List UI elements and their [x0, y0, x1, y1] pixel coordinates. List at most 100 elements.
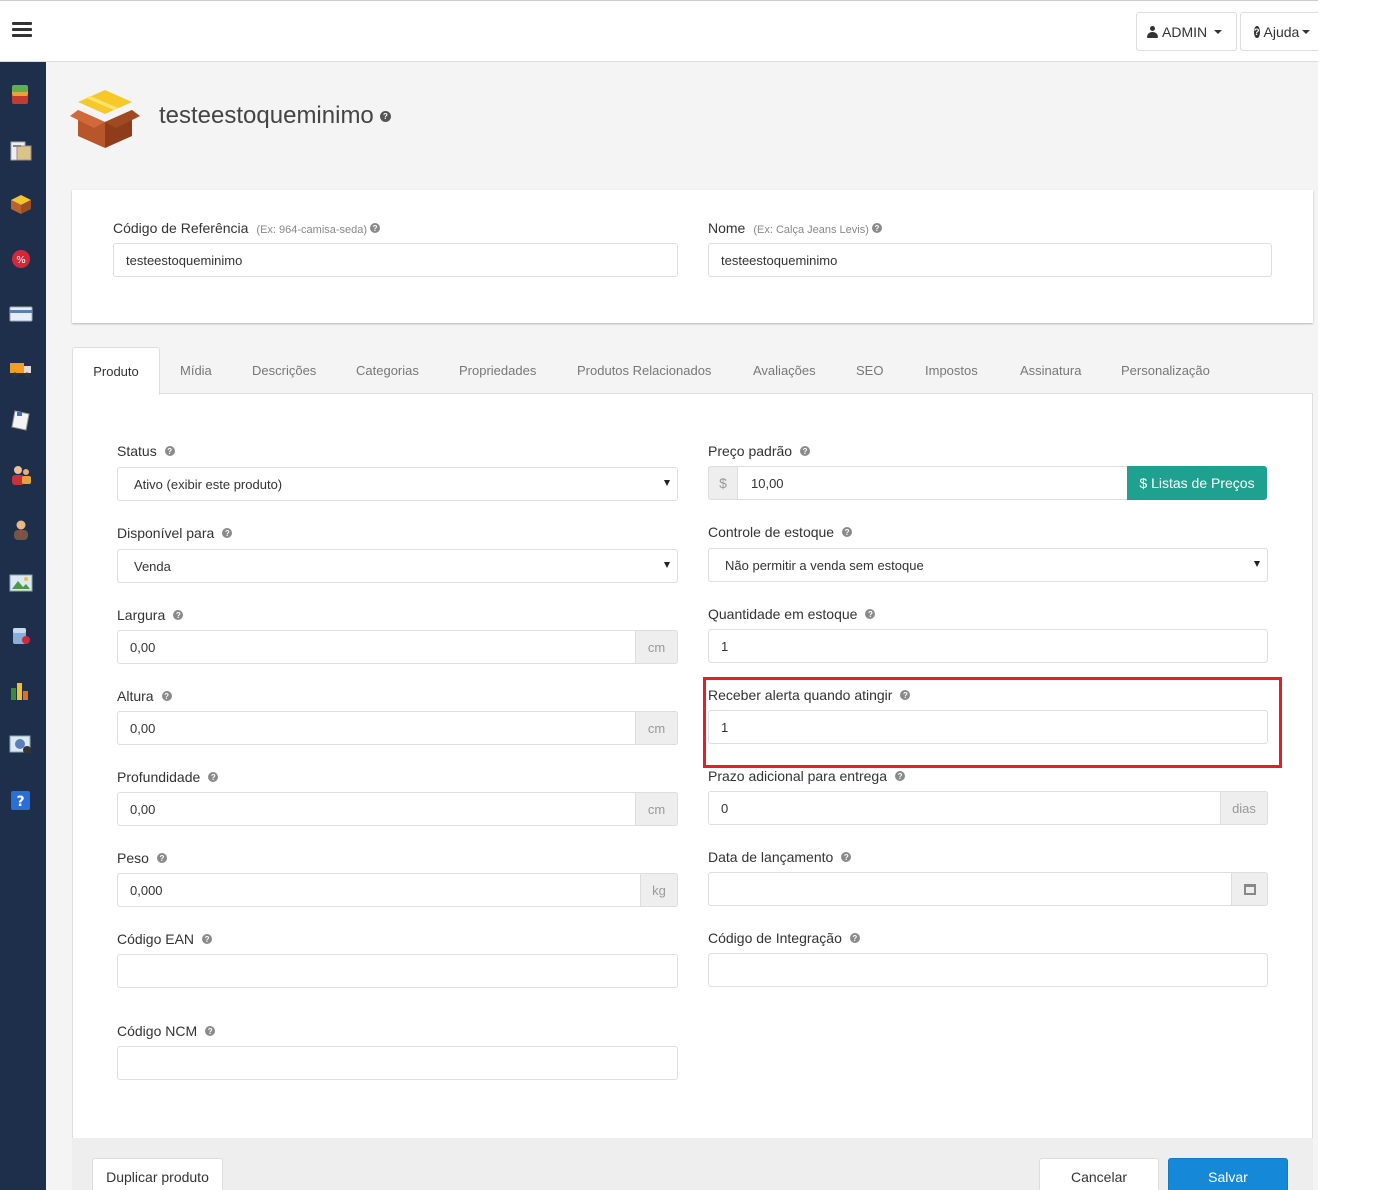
tab-avaliacoes[interactable]: Avaliações: [753, 347, 816, 394]
altura-value: 0,00: [130, 720, 156, 736]
help-icon[interactable]: ?: [871, 223, 882, 234]
help-icon[interactable]: ?: [156, 853, 167, 864]
tab-produto[interactable]: Produto: [72, 347, 160, 395]
help-icon[interactable]: ?: [222, 528, 233, 539]
card-icon[interactable]: [9, 303, 33, 325]
name-hint: (Ex: Calça Jeans Levis): [753, 224, 869, 236]
duplicate-product-button[interactable]: Duplicar produto: [92, 1158, 223, 1190]
chart-icon[interactable]: [9, 680, 33, 702]
cancel-button[interactable]: Cancelar: [1039, 1158, 1159, 1190]
status-select[interactable]: Ativo (exibir este produto): [117, 467, 678, 501]
tab-produtos-relacionados[interactable]: Produtos Relacionados: [577, 347, 711, 394]
caret-down-icon: [1302, 29, 1311, 34]
help-icon[interactable]: ?: [205, 1026, 216, 1037]
help-icon[interactable]: ?: [841, 852, 852, 863]
preco-label: Preço padrão: [708, 443, 793, 459]
tab-propriedades[interactable]: Propriedades: [459, 347, 536, 394]
help-icon[interactable]: ?: [865, 609, 876, 620]
user-icon[interactable]: [9, 519, 33, 541]
image-icon[interactable]: [9, 572, 33, 594]
prazo-input[interactable]: 0 dias: [708, 791, 1268, 825]
disponivel-select[interactable]: Venda: [117, 549, 678, 583]
help-icon[interactable]: ?: [161, 691, 172, 702]
tab-categorias[interactable]: Categorias: [356, 347, 419, 394]
altura-label-group: Altura?: [117, 688, 172, 704]
discount-icon[interactable]: %: [9, 248, 33, 270]
profundidade-label-group: Profundidade?: [117, 769, 219, 785]
select-arrow-icon: [664, 480, 670, 486]
altura-unit: cm: [635, 711, 678, 745]
save-button[interactable]: Salvar: [1168, 1158, 1288, 1190]
help-icon[interactable]: ?: [173, 610, 184, 621]
help-icon[interactable]: ?: [849, 933, 860, 944]
menu-toggle-icon[interactable]: [12, 22, 32, 38]
price-lists-button[interactable]: $ Listas de Preços: [1127, 466, 1267, 500]
largura-input[interactable]: 0,00 cm: [117, 630, 678, 664]
ref-code-input[interactable]: testeestoqueminimo: [113, 243, 678, 277]
peso-label-group: Peso?: [117, 850, 167, 866]
help-dropdown[interactable]: ? Ajuda: [1240, 12, 1320, 51]
name-input[interactable]: testeestoqueminimo: [708, 243, 1272, 277]
ean-label: Código EAN: [117, 931, 195, 947]
database-icon[interactable]: [9, 625, 33, 647]
peso-value: 0,000: [130, 882, 163, 898]
ref-label: Código de Referência: [113, 220, 249, 236]
user-icon: [1147, 25, 1158, 38]
help-icon[interactable]: ?: [208, 772, 219, 783]
lancamento-label-group: Data de lançamento?: [708, 849, 852, 865]
title-help-icon[interactable]: ?: [380, 111, 391, 122]
profundidade-input[interactable]: 0,00 cm: [117, 792, 678, 826]
document-icon[interactable]: [9, 409, 33, 431]
prazo-value: 0: [721, 800, 729, 816]
ncm-input[interactable]: [117, 1046, 678, 1080]
disponivel-value: Venda: [134, 558, 171, 574]
tab-seo[interactable]: SEO: [856, 347, 883, 394]
controle-label-group: Controle de estoque?: [708, 524, 853, 540]
users-icon[interactable]: [9, 464, 33, 486]
sidebar: % ?: [0, 62, 46, 1190]
photo-icon[interactable]: [9, 733, 33, 755]
ean-input[interactable]: [117, 954, 678, 988]
status-label-group: Status?: [117, 443, 175, 459]
disponivel-label-group: Disponível para?: [117, 525, 233, 541]
stack-icon[interactable]: [9, 84, 33, 106]
help-icon[interactable]: ?: [202, 934, 213, 945]
help-label: Ajuda: [1263, 23, 1300, 40]
calendar-icon: [1243, 883, 1256, 895]
pages-icon[interactable]: [9, 140, 33, 162]
tab-descricoes[interactable]: Descrições: [252, 347, 316, 394]
integracao-label: Código de Integração: [708, 930, 842, 946]
help-icon[interactable]: ?: [842, 527, 853, 538]
name-label-group: Nome (Ex: Calça Jeans Levis)?: [708, 220, 882, 236]
lancamento-input[interactable]: [708, 872, 1268, 906]
product-tabs: Produto Mídia Descrições Categorias Prop…: [72, 347, 1313, 395]
controle-select[interactable]: Não permitir a venda sem estoque: [708, 548, 1268, 582]
admin-user-dropdown[interactable]: ADMIN: [1136, 12, 1237, 51]
status-value: Ativo (exibir este produto): [134, 476, 283, 492]
help-icon[interactable]: ?: [370, 223, 381, 234]
quantidade-input[interactable]: 1: [708, 629, 1268, 663]
truck-icon[interactable]: [9, 358, 33, 380]
profundidade-unit: cm: [635, 792, 678, 826]
preco-input[interactable]: $10,00: [708, 466, 1129, 500]
help-icon[interactable]: ?: [164, 446, 175, 457]
ref-hint: (Ex: 964-camisa-seda): [256, 224, 368, 236]
box-icon[interactable]: [9, 193, 33, 215]
main-content: testeestoqueminimo ? Código de Referênci…: [46, 62, 1318, 1190]
tab-impostos[interactable]: Impostos: [925, 347, 978, 394]
help-icon[interactable]: ?: [895, 771, 906, 782]
peso-input[interactable]: 0,000 kg: [117, 873, 678, 907]
ean-label-group: Código EAN?: [117, 931, 213, 947]
altura-input[interactable]: 0,00 cm: [117, 711, 678, 745]
help-icon[interactable]: ?: [800, 446, 811, 457]
integracao-input[interactable]: [708, 953, 1268, 987]
tab-assinatura[interactable]: Assinatura: [1020, 347, 1081, 394]
largura-value: 0,00: [130, 639, 156, 655]
tab-midia[interactable]: Mídia: [180, 347, 212, 394]
profundidade-label: Profundidade: [117, 769, 201, 785]
profundidade-value: 0,00: [130, 801, 156, 817]
product-box-icon: [70, 90, 140, 148]
calendar-button[interactable]: [1231, 872, 1268, 906]
help-icon[interactable]: ?: [9, 789, 33, 811]
tab-personalizacao[interactable]: Personalização: [1121, 347, 1210, 394]
